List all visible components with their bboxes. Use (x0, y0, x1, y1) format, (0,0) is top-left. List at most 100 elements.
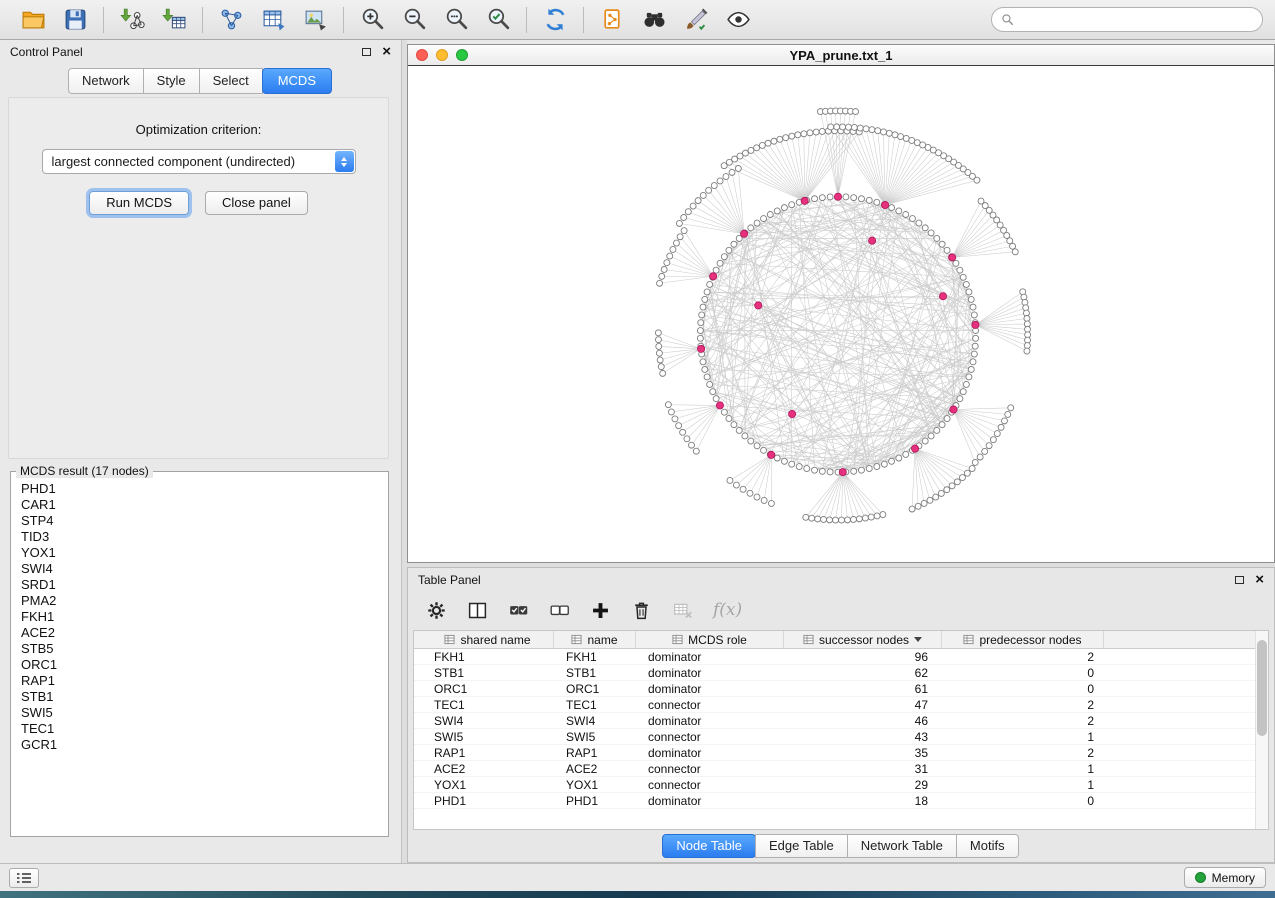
cell-name: FKH1 (554, 650, 636, 664)
new-network-button[interactable] (210, 4, 252, 36)
tab-node-table[interactable]: Node Table (662, 834, 756, 858)
zoom-in-button[interactable] (351, 4, 393, 36)
table-scrollbar[interactable] (1255, 631, 1268, 829)
open-folder-button[interactable] (12, 4, 54, 36)
tab-motifs[interactable]: Motifs (956, 834, 1019, 858)
table-row[interactable]: TEC1TEC1connector472 (414, 697, 1268, 713)
cell-shared-name: PHD1 (422, 794, 554, 808)
close-panel-icon[interactable]: × (382, 44, 391, 59)
control-panel-tabs: NetworkStyleSelectMCDS (0, 68, 401, 94)
mcds-node-item[interactable]: CAR1 (21, 497, 378, 513)
table-scrollbar-thumb[interactable] (1257, 640, 1267, 736)
mcds-node-item[interactable]: ORC1 (21, 657, 378, 673)
function-builder-button[interactable]: f(x) (713, 600, 742, 620)
select-all-button[interactable] (508, 600, 529, 621)
toolbar-separator (583, 7, 584, 33)
mcds-node-item[interactable]: TEC1 (21, 721, 378, 737)
columns-button[interactable] (467, 600, 488, 621)
deselect-all-button[interactable] (549, 600, 570, 621)
mcds-node-item[interactable]: STB1 (21, 689, 378, 705)
table-row[interactable]: STB1STB1dominator620 (414, 665, 1268, 681)
mcds-node-item[interactable]: FKH1 (21, 609, 378, 625)
binoculars-button[interactable] (633, 4, 675, 36)
close-panel-button[interactable]: Close panel (205, 191, 308, 215)
gear-button[interactable] (426, 600, 447, 621)
table-row[interactable]: SWI4SWI4dominator462 (414, 713, 1268, 729)
eye-button[interactable] (717, 4, 759, 36)
table-panel-title: Table Panel (418, 573, 481, 587)
mcds-node-item[interactable]: PMA2 (21, 593, 378, 609)
zoom-fit-button[interactable] (435, 4, 477, 36)
import-network-button[interactable] (111, 4, 153, 36)
mcds-node-item[interactable]: RAP1 (21, 673, 378, 689)
new-table-icon (261, 7, 286, 32)
column-header-mcds-role[interactable]: MCDS role (636, 631, 784, 648)
mcds-node-item[interactable]: SWI5 (21, 705, 378, 721)
main-toolbar (0, 0, 1275, 40)
refresh-button[interactable] (534, 4, 576, 36)
mcds-node-item[interactable]: STP4 (21, 513, 378, 529)
mcds-node-item[interactable]: YOX1 (21, 545, 378, 561)
float-table-panel-icon[interactable] (1235, 576, 1244, 584)
cell-predecessor-nodes: 1 (942, 730, 1104, 744)
wand-button[interactable] (675, 4, 717, 36)
zoom-out-button[interactable] (393, 4, 435, 36)
column-header-predecessor-nodes[interactable]: predecessor nodes (942, 631, 1104, 648)
add-row-button[interactable] (590, 600, 611, 621)
column-header-successor-nodes[interactable]: successor nodes (784, 631, 942, 648)
delete-row-button[interactable] (631, 600, 652, 621)
import-network-icon (120, 7, 145, 32)
cell-shared-name: SWI5 (422, 730, 554, 744)
new-network-icon (219, 7, 244, 32)
mcds-node-item[interactable]: SRD1 (21, 577, 378, 593)
table-row[interactable]: SWI5SWI5connector431 (414, 729, 1268, 745)
import-table-button[interactable] (153, 4, 195, 36)
table-row[interactable]: FKH1FKH1dominator962 (414, 649, 1268, 665)
tab-edge-table[interactable]: Edge Table (755, 834, 848, 858)
cell-shared-name: TEC1 (422, 698, 554, 712)
table-row[interactable]: RAP1RAP1dominator352 (414, 745, 1268, 761)
mcds-node-item[interactable]: PHD1 (21, 481, 378, 497)
tab-network-table[interactable]: Network Table (847, 834, 957, 858)
cell-shared-name: STB1 (422, 666, 554, 680)
zoom-selected-button[interactable] (477, 4, 519, 36)
table-row[interactable]: PHD1PHD1dominator180 (414, 793, 1268, 809)
mcds-node-item[interactable]: SWI4 (21, 561, 378, 577)
table-row[interactable]: ORC1ORC1dominator610 (414, 681, 1268, 697)
search-box[interactable] (991, 7, 1263, 32)
tab-mcds[interactable]: MCDS (262, 68, 332, 94)
memory-button[interactable]: Memory (1184, 867, 1266, 888)
cell-name: RAP1 (554, 746, 636, 760)
criterion-dropdown[interactable]: largest connected component (undirected) (42, 149, 356, 174)
new-table-button[interactable] (252, 4, 294, 36)
column-header-shared-name[interactable]: shared name (422, 631, 554, 648)
cell-name: ACE2 (554, 762, 636, 776)
network-canvas[interactable] (408, 66, 1274, 562)
mcds-node-item[interactable]: TID3 (21, 529, 378, 545)
column-header-name[interactable]: name (554, 631, 636, 648)
desktop-background-strip (0, 891, 1275, 898)
delete-table-button[interactable] (672, 600, 693, 621)
add-row-icon (590, 600, 611, 621)
table-row[interactable]: ACE2ACE2connector311 (414, 761, 1268, 777)
zoom-in-icon (360, 7, 385, 32)
column-attribute-icon (803, 634, 814, 645)
export-image-button[interactable] (294, 4, 336, 36)
table-row[interactable]: YOX1YOX1connector291 (414, 777, 1268, 793)
cell-mcds-role: connector (636, 698, 784, 712)
run-mcds-button[interactable]: Run MCDS (89, 191, 189, 215)
share-document-button[interactable] (591, 4, 633, 36)
tab-style[interactable]: Style (143, 68, 200, 94)
tab-select[interactable]: Select (199, 68, 263, 94)
task-history-button[interactable] (9, 868, 39, 888)
mcds-node-item[interactable]: ACE2 (21, 625, 378, 641)
search-input[interactable] (1020, 12, 1253, 28)
tab-network[interactable]: Network (68, 68, 144, 94)
mcds-node-item[interactable]: STB5 (21, 641, 378, 657)
save-button[interactable] (54, 4, 96, 36)
float-panel-icon[interactable] (362, 48, 371, 56)
column-attribute-icon (444, 634, 455, 645)
close-table-panel-icon[interactable]: × (1255, 572, 1264, 587)
eye-icon (726, 7, 751, 32)
mcds-node-item[interactable]: GCR1 (21, 737, 378, 753)
